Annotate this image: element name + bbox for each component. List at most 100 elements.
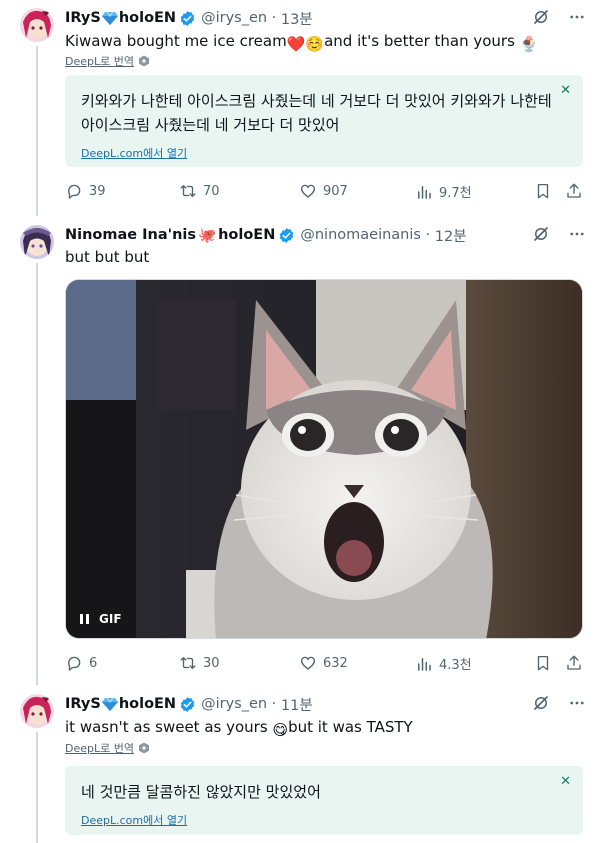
retweet-icon — [180, 657, 196, 669]
view-count: 4.3천 — [439, 658, 472, 673]
tweet-text-part1: it wasn't as sweet as yours — [65, 718, 268, 736]
deepl-icon — [138, 742, 149, 754]
gif-label: GIF — [99, 612, 122, 626]
display-name[interactable]: Ninomae Ina'nis — [65, 227, 196, 243]
tweet-actions: 39 70 907 9.7천 — [65, 182, 585, 202]
tweet-text-part2: and it's better than yours — [324, 32, 515, 50]
yum-emoji: 😋 — [272, 721, 289, 739]
more-options-icon[interactable] — [568, 225, 586, 243]
retweet-count: 70 — [203, 183, 220, 199]
deepl-open-link[interactable]: DeepL.com에서 열기 — [81, 145, 187, 161]
header-actions — [532, 8, 586, 26]
grok-icon[interactable] — [532, 694, 550, 712]
thread-line — [36, 46, 38, 216]
like-button[interactable]: 907 — [299, 182, 348, 200]
timestamp[interactable]: 11분 — [281, 694, 313, 715]
tweet-3[interactable]: IRyS holoEN @irys_en · 11분 it wasn't as … — [0, 685, 600, 843]
bookmark-button[interactable] — [534, 654, 552, 672]
avatar-irys[interactable] — [20, 694, 54, 728]
bookmark-icon — [537, 183, 549, 199]
views-button[interactable]: 4.3천 — [415, 654, 472, 673]
tweet-header: Ninomae Ina'nis 🐙 holoEN @ninomaeinanis … — [65, 225, 467, 245]
like-count: 632 — [323, 655, 348, 671]
verified-badge-icon — [179, 696, 196, 713]
thread-line — [36, 263, 38, 685]
smiling-emoji: ☺️ — [305, 35, 325, 53]
reply-button[interactable]: 39 — [65, 182, 106, 200]
deepl-translated-text: 키와와가 나한테 아이스크림 사줬는데 네 거보다 더 맛있어 키와와가 나한테… — [81, 92, 552, 134]
retweet-button[interactable]: 30 — [179, 654, 220, 672]
like-button[interactable]: 632 — [299, 654, 348, 672]
reply-icon — [68, 184, 81, 200]
tweet-header: IRyS holoEN @irys_en · 11분 — [65, 694, 313, 714]
translate-link[interactable]: DeepL로 번역 — [65, 740, 150, 756]
share-button[interactable] — [565, 182, 583, 200]
display-name-org[interactable]: holoEN — [119, 696, 176, 712]
share-button[interactable] — [565, 654, 583, 672]
more-options-icon[interactable] — [568, 8, 586, 26]
translate-label: DeepL로 번역 — [65, 55, 134, 68]
retweet-count: 30 — [203, 655, 220, 671]
grok-icon[interactable] — [532, 8, 550, 26]
tweet-text-part1: Kiwawa bought me ice cream — [65, 32, 287, 50]
deepl-open-link[interactable]: DeepL.com에서 열기 — [81, 812, 187, 828]
heart-icon — [300, 656, 316, 670]
handle[interactable]: @irys_en — [201, 10, 267, 26]
timestamp[interactable]: 12분 — [435, 225, 467, 246]
more-options-icon[interactable] — [568, 694, 586, 712]
retweet-button[interactable]: 70 — [179, 182, 220, 200]
separator: · — [420, 227, 435, 243]
tweet-2[interactable]: Ninomae Ina'nis 🐙 holoEN @ninomaeinanis … — [0, 215, 600, 685]
deepl-translation-box: ✕ 네 것만큼 달콤하진 않았지만 맛있었어 DeepL.com에서 열기 — [65, 766, 583, 835]
octopus-emoji: 🐙 — [198, 227, 217, 244]
reply-button[interactable]: 6 — [65, 654, 97, 672]
gif-badge[interactable]: GIF — [80, 612, 122, 626]
share-icon — [567, 183, 581, 198]
handle[interactable]: @irys_en — [201, 696, 267, 712]
heart-icon — [300, 184, 316, 198]
display-name[interactable]: IRyS — [65, 10, 101, 26]
deepl-icon — [138, 55, 149, 67]
analytics-icon — [418, 185, 431, 199]
reply-icon — [68, 656, 81, 672]
header-actions — [532, 694, 586, 712]
retweet-icon — [180, 185, 196, 197]
close-icon[interactable]: ✕ — [560, 83, 571, 98]
reply-count: 39 — [89, 183, 106, 199]
avatar-irys[interactable] — [20, 8, 54, 42]
gem-icon — [101, 697, 118, 711]
gif-media[interactable]: GIF — [65, 279, 583, 639]
gem-icon — [101, 11, 118, 25]
deepl-translation-box: ✕ 키와와가 나한테 아이스크림 사줬는데 네 거보다 더 맛있어 키와와가 나… — [65, 75, 583, 167]
translate-label: DeepL로 번역 — [65, 742, 134, 755]
bookmark-button[interactable] — [534, 182, 552, 200]
display-name[interactable]: IRyS — [65, 696, 101, 712]
translate-link[interactable]: DeepL로 번역 — [65, 53, 150, 69]
analytics-icon — [418, 657, 431, 671]
reply-count: 6 — [89, 655, 98, 671]
display-name-org[interactable]: holoEN — [119, 10, 176, 26]
tweet-text: it wasn't as sweet as yours 😋but it was … — [65, 717, 413, 740]
ice-cream-emoji: 🍨 — [519, 35, 539, 53]
close-icon[interactable]: ✕ — [560, 774, 571, 789]
handle[interactable]: @ninomaeinanis — [300, 227, 421, 243]
view-count: 9.7천 — [439, 186, 472, 201]
verified-badge-icon — [278, 227, 295, 244]
heart-emoji: ❤️ — [286, 35, 306, 53]
display-name-org[interactable]: holoEN — [218, 227, 275, 243]
bookmark-icon — [537, 655, 549, 671]
tweet-1[interactable]: IRyS holoEN @irys_en · 13분 Kiwawa bought… — [0, 0, 600, 216]
cat-gif-image — [66, 280, 582, 638]
tweet-text: but but but — [65, 248, 150, 266]
thread-line — [36, 732, 38, 843]
timestamp[interactable]: 13분 — [281, 8, 313, 29]
tweet-header: IRyS holoEN @irys_en · 13분 — [65, 8, 313, 28]
views-button[interactable]: 9.7천 — [415, 182, 472, 201]
pause-icon[interactable] — [80, 614, 89, 624]
grok-icon[interactable] — [532, 225, 550, 243]
separator: · — [267, 696, 281, 712]
deepl-translated-text: 네 것만큼 달콤하진 않았지만 맛있었어 — [81, 783, 321, 801]
share-icon — [567, 655, 581, 670]
tweet-text: Kiwawa bought me ice cream❤️☺️and it's b… — [65, 31, 538, 54]
avatar-ina[interactable] — [20, 225, 54, 259]
